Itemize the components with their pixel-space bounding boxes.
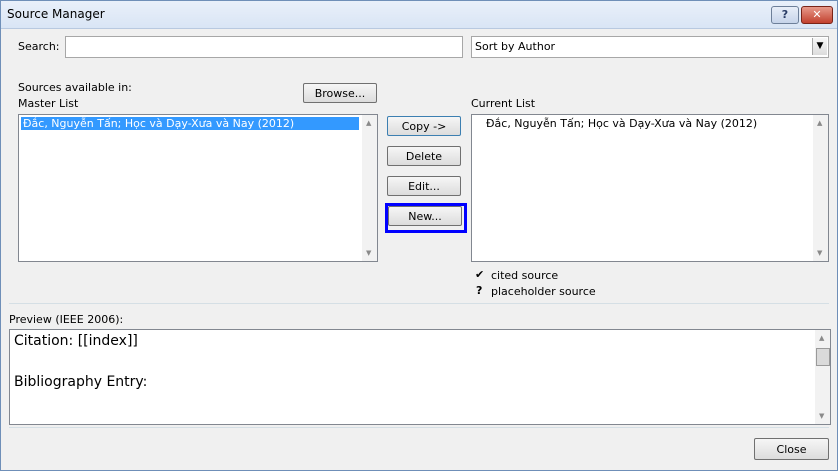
preview-scrollbar[interactable]: ▲ ▼ — [815, 330, 830, 424]
scroll-up-icon[interactable]: ▲ — [819, 334, 824, 342]
divider — [9, 427, 829, 428]
window-close-button[interactable]: ✕ — [801, 6, 833, 24]
chevron-down-icon[interactable]: ▼ — [812, 38, 827, 55]
scroll-down-icon[interactable]: ▼ — [817, 249, 822, 257]
current-list[interactable]: Đắc, Nguyễn Tấn; Học và Dạy-Xưa và Nay (… — [471, 114, 829, 262]
master-list-scrollbar[interactable]: ▲ ▼ — [362, 115, 377, 261]
checkmark-icon: ✔ — [475, 268, 485, 281]
search-input[interactable] — [65, 36, 463, 58]
current-list-item[interactable]: Đắc, Nguyễn Tấn; Học và Dạy-Xưa và Nay (… — [486, 117, 757, 130]
search-label: Search: — [18, 40, 60, 53]
preview-bibliography-heading: Bibliography Entry: — [14, 374, 148, 390]
scroll-down-icon[interactable]: ▼ — [819, 412, 824, 420]
sort-dropdown[interactable]: Sort by Author ▼ — [471, 36, 829, 58]
edit-button[interactable]: Edit... — [387, 176, 461, 196]
copy-button[interactable]: Copy -> — [387, 116, 461, 136]
placeholder-icon: ? — [476, 284, 483, 297]
browse-button[interactable]: Browse... — [303, 83, 377, 103]
placeholder-source-label: placeholder source — [491, 285, 596, 298]
scroll-up-icon[interactable]: ▲ — [366, 119, 371, 127]
scroll-down-icon[interactable]: ▼ — [366, 249, 371, 257]
new-button[interactable]: New... — [388, 206, 462, 226]
window-title: Source Manager — [7, 7, 105, 21]
sources-available-label: Sources available in: — [18, 81, 132, 94]
master-list-label: Master List — [18, 97, 79, 110]
scroll-up-icon[interactable]: ▲ — [817, 119, 822, 127]
current-list-scrollbar[interactable]: ▲ ▼ — [813, 115, 828, 261]
cited-source-label: cited source — [491, 269, 559, 282]
master-list-item[interactable]: Đắc, Nguyễn Tấn; Học và Dạy-Xưa và Nay (… — [21, 117, 359, 130]
source-manager-dialog: Source Manager ? ✕ Search: Sort by Autho… — [0, 0, 838, 471]
delete-button[interactable]: Delete — [387, 146, 461, 166]
close-button[interactable]: Close — [754, 438, 829, 460]
divider — [9, 303, 829, 304]
scroll-thumb[interactable] — [816, 348, 830, 366]
preview-pane[interactable]: Citation: [[index]] Bibliography Entry: … — [9, 329, 831, 425]
title-bar: Source Manager ? ✕ — [1, 1, 837, 29]
preview-label: Preview (IEEE 2006): — [9, 313, 124, 326]
help-button[interactable]: ? — [771, 6, 799, 24]
master-list[interactable]: Đắc, Nguyễn Tấn; Học và Dạy-Xưa và Nay (… — [18, 114, 378, 262]
preview-citation: Citation: [[index]] — [14, 333, 138, 349]
sort-selected-value: Sort by Author — [475, 40, 556, 53]
current-list-label: Current List — [471, 97, 536, 110]
